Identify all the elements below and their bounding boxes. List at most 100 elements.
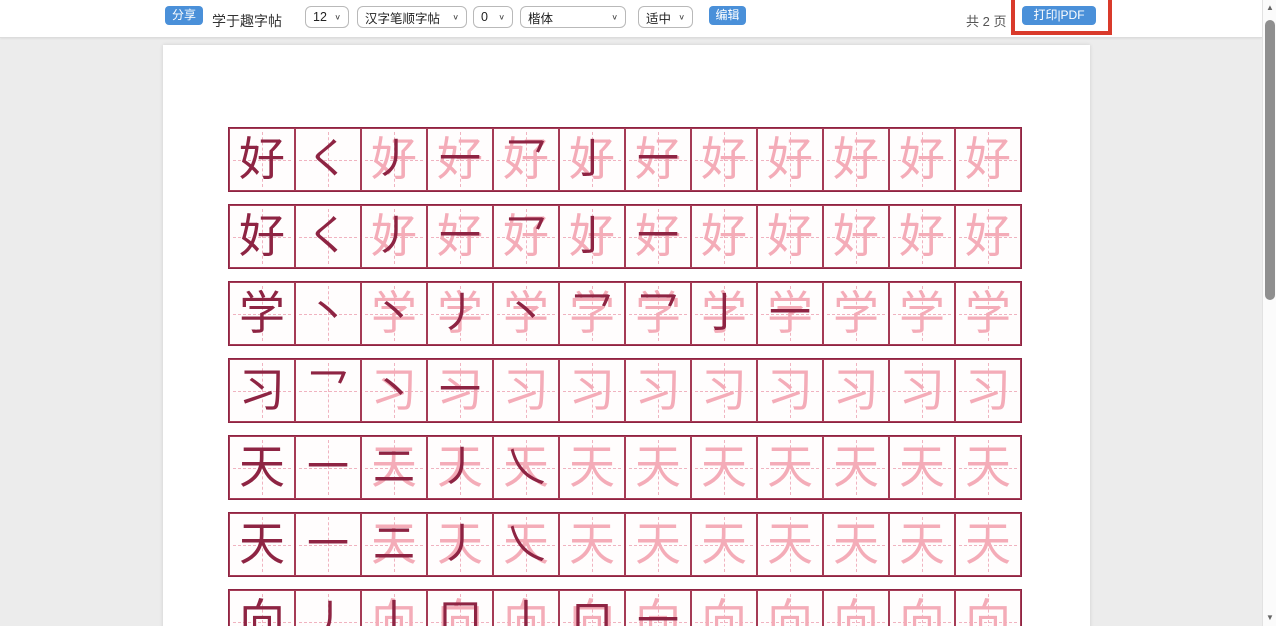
stroke-glyph: 丿 — [428, 283, 492, 344]
stroke-glyph: 丿 — [362, 206, 426, 267]
grid-cell: 好亅 — [559, 128, 625, 191]
grid-cell: 向冂 — [427, 590, 493, 626]
chevron-down-icon: ∨ — [498, 12, 505, 21]
model-char: 天 — [230, 437, 294, 498]
model-char: 学 — [230, 283, 294, 344]
chars-per-row-value: 12 — [313, 10, 327, 24]
grid-cell: 向丨 — [493, 590, 559, 626]
grid-cell: 好丿 — [361, 128, 427, 191]
stroke-glyph: 一 — [296, 514, 360, 575]
grid-cell: 天 — [823, 513, 889, 576]
font-select[interactable]: 楷体 ∨ — [520, 6, 626, 28]
sheet-type-value: 汉字笔顺字帖 — [365, 8, 440, 27]
grid-cell: 向 — [889, 590, 955, 626]
grid-cell: 天 — [757, 436, 823, 499]
share-button[interactable]: 分享 — [165, 6, 203, 25]
trace-char: 天 — [692, 437, 756, 498]
stroke-glyph: 一 — [428, 129, 492, 190]
grid-cell: 丶 — [295, 282, 361, 345]
grid-cell: 一 — [295, 513, 361, 576]
stroke-glyph: 丿 — [428, 437, 492, 498]
grid-cell: 天二 — [361, 513, 427, 576]
trace-char: 学 — [890, 283, 954, 344]
model-char: 向 — [230, 591, 294, 626]
grid-cell: 好 — [691, 128, 757, 191]
grid-cell: 天 — [823, 436, 889, 499]
chevron-down-icon: ∨ — [334, 12, 341, 21]
scroll-up-icon[interactable]: ▲ — [1263, 1, 1276, 15]
stroke-glyph: 丶 — [296, 283, 360, 344]
grid-cell: 习 — [757, 359, 823, 422]
grid-cell: 天丿 — [427, 436, 493, 499]
stroke-glyph: 乛 — [494, 129, 558, 190]
grid-cell: 好一 — [427, 205, 493, 268]
trace-char: 向 — [956, 591, 1020, 626]
grid-cell: 天乀 — [493, 436, 559, 499]
grid-cell: 一 — [295, 436, 361, 499]
size-select[interactable]: 适中 ∨ — [638, 6, 693, 28]
chars-per-row-select[interactable]: 12 ∨ — [305, 6, 349, 28]
grid-cell: 向口 — [559, 590, 625, 626]
trace-char: 天 — [956, 437, 1020, 498]
stroke-glyph: 亅 — [560, 129, 624, 190]
grid-cell: 好 — [823, 128, 889, 191]
grid-cell: 习 — [625, 359, 691, 422]
grid-cell: 习丶 — [361, 359, 427, 422]
grid-cell: 向 — [823, 590, 889, 626]
grid-cell: 好 — [889, 205, 955, 268]
grid-cell: 向 — [955, 590, 1021, 626]
sheet-type-select[interactable]: 汉字笔顺字帖 ∨ — [357, 6, 467, 28]
stroke-glyph: 亅 — [692, 283, 756, 344]
grid-cell: 习 — [229, 359, 295, 422]
scroll-down-icon[interactable]: ▼ — [1263, 611, 1276, 625]
grid-cell: 好乛 — [493, 205, 559, 268]
grid-row: 天一天二天丿天乀天天天天天天天 — [228, 512, 1022, 577]
scrollbar-thumb[interactable] — [1265, 20, 1275, 300]
grid-cell: 习 — [889, 359, 955, 422]
trace-char: 天 — [626, 514, 690, 575]
trace-char: 好 — [890, 129, 954, 190]
grid-row: 天一天二天丿天乀天天天天天天天 — [228, 435, 1022, 500]
main-area: 姓名 班级 年 月 日 好く好丿好一好乛好亅好一好好好好好好く好丿好一好乛好亅好… — [0, 38, 1262, 626]
stroke-glyph: 一 — [428, 206, 492, 267]
edit-button[interactable]: 编辑 — [709, 6, 746, 25]
chevron-down-icon: ∨ — [678, 12, 685, 21]
stroke-glyph: 二 — [362, 514, 426, 575]
stroke-glyph: 丿 — [428, 514, 492, 575]
trace-char: 好 — [758, 129, 822, 190]
trace-char: 习 — [692, 360, 756, 421]
stroke-glyph: 一 — [626, 129, 690, 190]
stroke-glyph: 一 — [296, 437, 360, 498]
trace-char: 习 — [824, 360, 888, 421]
stroke-glyph: 二 — [362, 437, 426, 498]
trace-char: 好 — [824, 129, 888, 190]
grid-cell: 乛 — [295, 359, 361, 422]
stroke-glyph: 乛 — [560, 283, 624, 344]
trace-char: 向 — [824, 591, 888, 626]
stroke-glyph: 丨 — [494, 591, 558, 626]
grid-cell: 好乛 — [493, 128, 559, 191]
trace-char: 好 — [758, 206, 822, 267]
stroke-glyph: 一 — [626, 591, 690, 626]
worksheet-page: 姓名 班级 年 月 日 好く好丿好一好乛好亅好一好好好好好好く好丿好一好乛好亅好… — [163, 45, 1090, 626]
stroke-glyph: 乛 — [494, 206, 558, 267]
stroke-glyph: 一 — [626, 206, 690, 267]
practice-grid: 好く好丿好一好乛好亅好一好好好好好好く好丿好一好乛好亅好一好好好好好学丶学丶学丿… — [228, 127, 1022, 626]
grid-cell: 好丿 — [361, 205, 427, 268]
grid-cell: 习 — [823, 359, 889, 422]
grid-cell: 好 — [757, 205, 823, 268]
trace-char: 好 — [692, 129, 756, 190]
spacing-select[interactable]: 0 ∨ — [473, 6, 513, 28]
grid-cell: 向 — [757, 590, 823, 626]
trace-char: 天 — [824, 437, 888, 498]
stroke-glyph: 乀 — [494, 437, 558, 498]
trace-char: 学 — [824, 283, 888, 344]
model-char: 天 — [230, 514, 294, 575]
size-value: 适中 — [646, 8, 671, 27]
grid-cell: 学 — [229, 282, 295, 345]
grid-cell: 天丿 — [427, 513, 493, 576]
grid-cell: 天 — [955, 513, 1021, 576]
stroke-glyph: 口 — [560, 591, 624, 626]
page-scrollbar[interactable]: ▲ ▼ — [1262, 0, 1276, 626]
print-pdf-button[interactable]: 打印|PDF — [1022, 6, 1096, 25]
